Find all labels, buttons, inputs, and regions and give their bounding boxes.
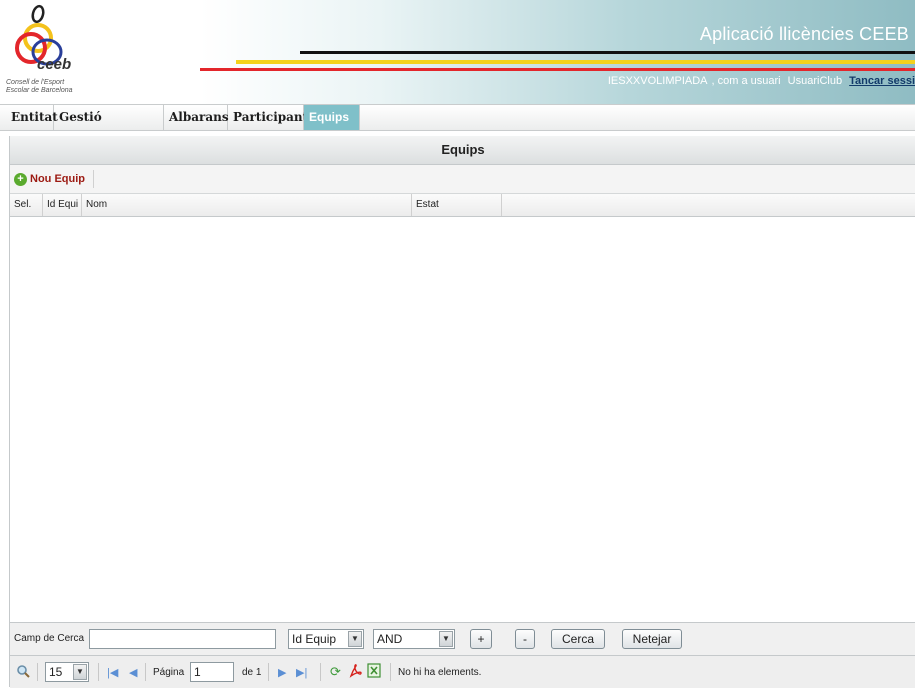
pager-separator xyxy=(390,663,391,681)
page-number-input[interactable] xyxy=(190,662,234,682)
user-role: UsuariClub xyxy=(787,75,843,87)
pager-separator xyxy=(320,663,321,681)
page-total: de 1 xyxy=(242,667,262,678)
page-size-select[interactable]: 15 ▼ xyxy=(45,662,89,682)
header-stripe-yellow xyxy=(236,60,915,64)
app-title: Aplicació llicències CEEB xyxy=(699,24,909,44)
role-text: , com a usuari xyxy=(711,75,781,87)
last-page-icon[interactable]: ▶| xyxy=(296,666,307,679)
logout-link[interactable]: Tancar sessi xyxy=(849,75,915,87)
new-team-label: Nou Equip xyxy=(30,173,85,185)
logo-caption: Consell de l'Esport Escolar de Barcelona xyxy=(6,79,73,95)
pdf-export-icon[interactable] xyxy=(349,664,363,678)
chevron-down-icon: ▼ xyxy=(439,631,453,647)
main-menu: Entitat Gestió Llicències Albarans Parti… xyxy=(0,104,915,149)
pager: 15 ▼ |◀ ◀ Página de 1 ▶ ▶| ⟳ No hi ha el… xyxy=(10,655,915,688)
menu-item-equips[interactable]: Equips xyxy=(304,105,360,130)
clear-button[interactable]: Netejar xyxy=(622,629,682,649)
remove-criteria-button[interactable]: - xyxy=(515,629,535,649)
menu-item-entitat[interactable]: Entitat xyxy=(6,105,58,130)
pager-separator xyxy=(98,663,99,681)
teams-panel: Equips + Nou Equip Sel. Id Equi Nom Estat… xyxy=(9,136,915,688)
new-team-button[interactable]: + Nou Equip xyxy=(14,170,94,188)
search-button[interactable]: Cerca xyxy=(551,629,605,649)
grid-body xyxy=(10,217,915,622)
pager-separator xyxy=(37,663,38,681)
add-circle-icon: + xyxy=(14,172,27,186)
search-operator-value: AND xyxy=(377,632,403,646)
pager-separator xyxy=(268,663,269,681)
excel-export-icon[interactable] xyxy=(367,663,381,678)
column-header-id[interactable]: Id Equi xyxy=(43,194,82,216)
page-label: Página xyxy=(153,667,185,678)
search-bar: Camp de Cerca Id Equip ▼ AND ▼ + - Cerca… xyxy=(10,622,915,656)
next-page-icon[interactable]: ▶ xyxy=(278,666,286,679)
search-operator-select[interactable]: AND ▼ xyxy=(373,629,455,649)
search-field-value: Id Equip xyxy=(292,632,337,646)
previous-page-icon[interactable]: ◀ xyxy=(129,666,137,679)
app-header: ceeb Consell de l'Esport Escolar de Barc… xyxy=(0,0,915,104)
refresh-icon[interactable]: ⟳ xyxy=(330,664,341,680)
pager-separator xyxy=(145,663,146,681)
logo-caption-line-1: Consell de l'Esport xyxy=(6,79,65,86)
add-criteria-button[interactable]: + xyxy=(470,629,492,649)
chevron-down-icon: ▼ xyxy=(73,664,87,680)
pager-status: No hi ha elements. xyxy=(398,667,482,678)
menu-item-participants[interactable]: Participants xyxy=(228,105,315,130)
first-page-icon[interactable]: |◀ xyxy=(107,666,118,679)
logo-caption-line-2: Escolar de Barcelona xyxy=(6,87,73,94)
page-size-value: 15 xyxy=(49,665,63,679)
search-input[interactable] xyxy=(89,629,276,649)
search-label: Camp de Cerca xyxy=(14,633,85,644)
user-info: IESXXVOLIMPIADA, com a usuari UsuariClub… xyxy=(604,75,915,87)
menu-item-albarans[interactable]: Albarans xyxy=(164,105,229,130)
user-name: IESXXVOLIMPIADA xyxy=(607,75,708,87)
column-header-select[interactable]: Sel. xyxy=(10,194,43,216)
column-header-name[interactable]: Nom xyxy=(82,194,412,216)
menu-item-gestio-llicencies[interactable]: Gestió Llicències xyxy=(54,105,164,149)
chevron-down-icon: ▼ xyxy=(348,631,362,647)
header-stripe-red xyxy=(200,68,915,71)
header-stripe-black xyxy=(300,51,915,54)
search-icon[interactable] xyxy=(16,664,30,678)
panel-title: Equips xyxy=(10,136,915,165)
column-header-status[interactable]: Estat xyxy=(412,194,502,216)
grid-header: Sel. Id Equi Nom Estat xyxy=(10,194,915,217)
grid-toolbar: + Nou Equip xyxy=(10,165,915,194)
search-field-select[interactable]: Id Equip ▼ xyxy=(288,629,364,649)
logo-wordmark: ceeb xyxy=(37,56,72,73)
